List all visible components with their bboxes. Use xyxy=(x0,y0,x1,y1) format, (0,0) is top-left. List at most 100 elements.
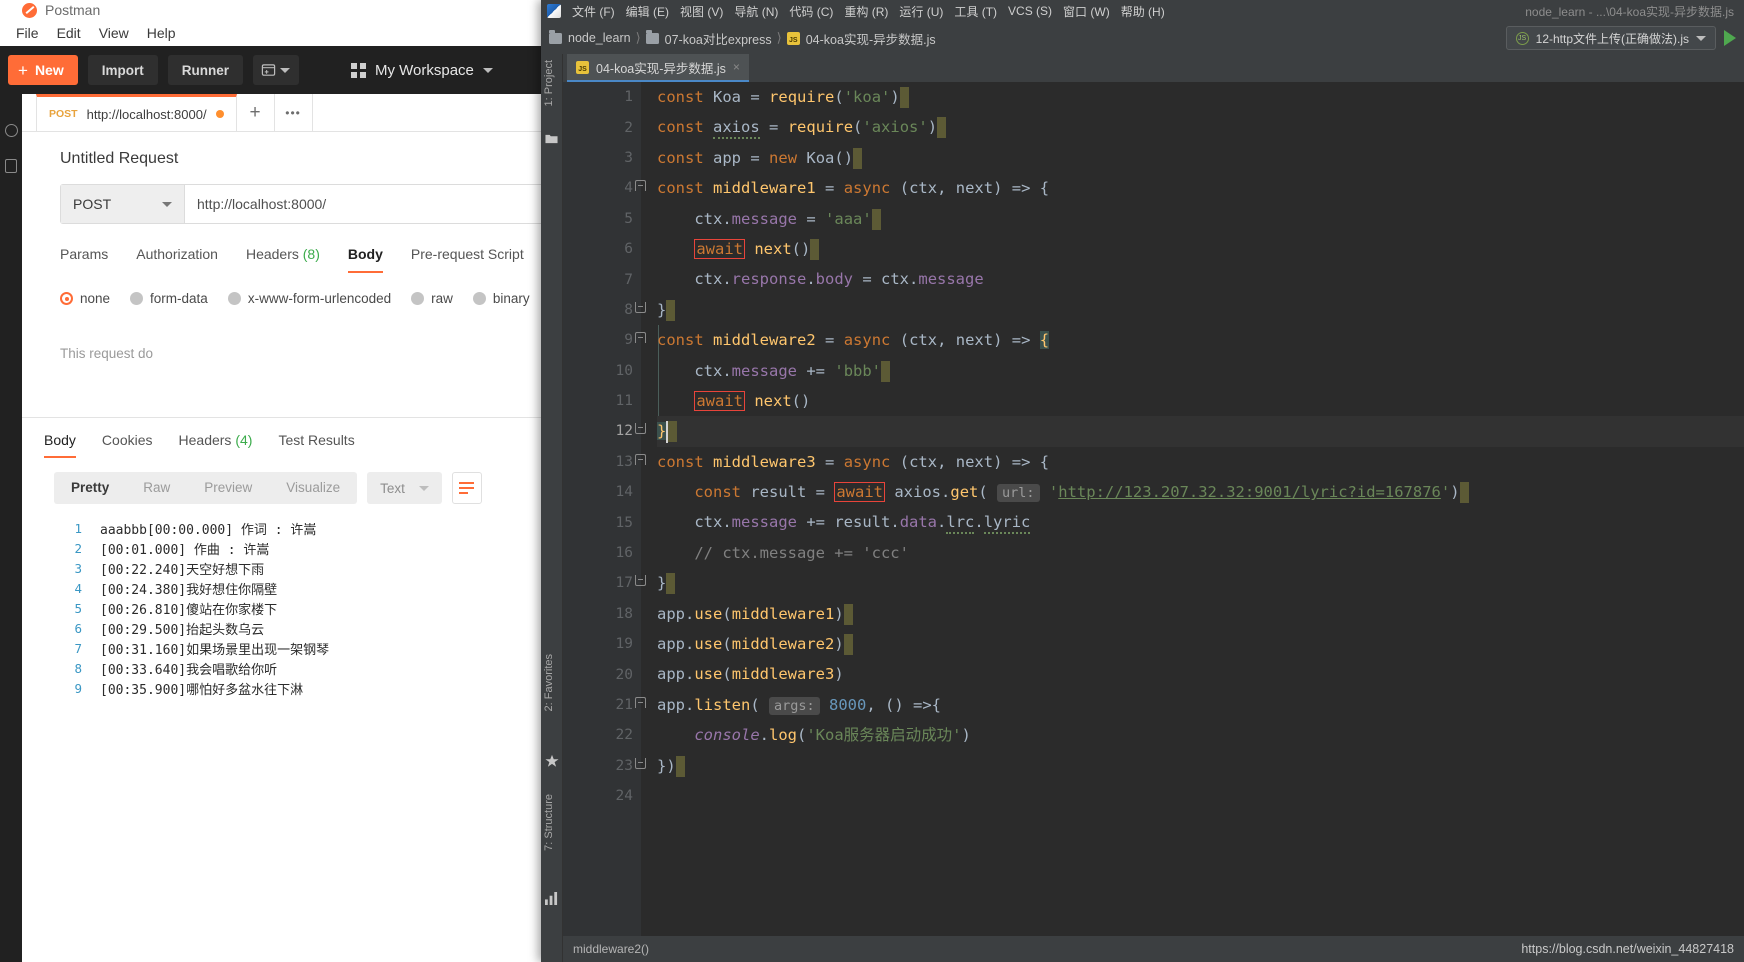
editor-gutter[interactable]: 1 2 3 4 5 6 7 8 9 10 11 12 13 14 15 16 1… xyxy=(563,82,646,936)
editor-tab-label: 04-koa实现-异步数据.js xyxy=(596,61,726,76)
menu-run[interactable]: 运行 (U) xyxy=(899,3,943,20)
line-number: 17 xyxy=(615,575,633,592)
line-number: 9 xyxy=(624,332,633,349)
body-type-raw-label: raw xyxy=(431,291,453,306)
view-mode-preview[interactable]: Preview xyxy=(187,472,269,504)
view-mode-visualize[interactable]: Visualize xyxy=(269,472,357,504)
menu-refactor[interactable]: 重构 (R) xyxy=(844,3,888,20)
menu-edit[interactable]: 编辑 (E) xyxy=(626,3,669,20)
word-wrap-icon xyxy=(459,482,475,494)
request-tab-active[interactable]: POST http://localhost:8000/ xyxy=(36,94,237,131)
chevron-down-icon xyxy=(418,485,429,491)
import-button[interactable]: Import xyxy=(87,55,158,85)
view-mode-raw[interactable]: Raw xyxy=(126,472,187,504)
line-number-current: 12 xyxy=(615,423,633,440)
line-number: 5 xyxy=(624,210,633,227)
code-url-literal[interactable]: http://123.207.32.32:9001/lyric?id=16787… xyxy=(1058,483,1441,501)
breadcrumb-file[interactable]: JS 04-koa实现-异步数据.js xyxy=(786,29,936,48)
line-number: 2 xyxy=(74,540,82,556)
menu-window[interactable]: 窗口 (W) xyxy=(1063,3,1110,20)
code-line-9: const middleware2 = async (ctx, next) =>… xyxy=(657,331,1050,350)
body-type-none[interactable]: none xyxy=(60,291,110,306)
close-icon[interactable]: × xyxy=(733,60,740,74)
http-method-select[interactable]: POST xyxy=(61,185,185,223)
word-wrap-button[interactable] xyxy=(451,472,482,504)
project-folder-icon[interactable] xyxy=(545,132,558,150)
add-tab-button[interactable]: + xyxy=(237,94,275,131)
code-line-17: } xyxy=(657,568,1744,598)
menu-view[interactable]: View xyxy=(99,25,129,41)
runner-button[interactable]: Runner xyxy=(167,55,243,85)
menu-help[interactable]: 帮助 (H) xyxy=(1121,3,1165,20)
line-text: [00:29.500]抬起头数乌云 xyxy=(100,622,265,638)
menu-file[interactable]: 文件 (F) xyxy=(572,3,615,20)
response-line: 3 [00:22.240]天空好想下雨 xyxy=(22,558,560,578)
history-icon[interactable] xyxy=(4,124,18,137)
body-type-urlencoded[interactable]: x-www-form-urlencoded xyxy=(227,291,391,306)
response-line: 7 [00:31.160]如果场景里出现一架钢琴 xyxy=(22,638,560,658)
response-line: 2 [00:01.000] 作曲 : 许嵩 xyxy=(22,538,560,558)
tab-headers-label: Headers xyxy=(245,246,299,262)
menu-edit[interactable]: Edit xyxy=(57,25,81,41)
tab-more-button[interactable]: ••• xyxy=(275,94,313,131)
line-number: 3 xyxy=(624,149,633,166)
sidebar-item-structure[interactable]: 7: Structure xyxy=(543,794,555,851)
response-body-code[interactable]: 1 aaabbb[00:00.000] 作词 : 许嵩 2 [00:01.000… xyxy=(22,518,560,698)
response-tab-headers[interactable]: Headers (4) xyxy=(179,432,253,458)
tab-pre-request-script[interactable]: Pre-request Script xyxy=(411,246,524,273)
editor-tab-active[interactable]: JS 04-koa实现-异步数据.js × xyxy=(567,54,749,82)
menu-help[interactable]: Help xyxy=(147,25,176,41)
unsaved-dot-icon xyxy=(215,110,224,118)
new-button[interactable]: + New xyxy=(8,55,78,85)
chevron-down-icon xyxy=(280,67,291,73)
request-tabstrip: POST http://localhost:8000/ + ••• xyxy=(22,94,560,132)
tab-url-label: http://localhost:8000/ xyxy=(86,106,207,122)
line-number: 4 xyxy=(624,180,633,197)
line-number: 14 xyxy=(615,484,633,501)
response-tab-body[interactable]: Body xyxy=(44,432,76,458)
favorites-star-icon[interactable] xyxy=(545,754,559,773)
tab-authorization[interactable]: Authorization xyxy=(136,246,218,273)
line-number: 4 xyxy=(74,580,82,596)
body-type-binary[interactable]: binary xyxy=(472,291,530,306)
response-tab-cookies[interactable]: Cookies xyxy=(102,432,153,458)
breadcrumb-07-koa[interactable]: 07-koa对比express xyxy=(645,29,772,48)
response-tab-test-results[interactable]: Test Results xyxy=(278,432,354,458)
code-editor[interactable]: 1 2 3 4 5 6 7 8 9 10 11 12 13 14 15 16 1… xyxy=(563,82,1744,936)
sidebar-item-project[interactable]: 1: Project xyxy=(543,60,555,106)
tab-headers[interactable]: Headers (8) xyxy=(246,246,320,273)
view-mode-pretty[interactable]: Pretty xyxy=(54,472,126,504)
play-icon[interactable] xyxy=(1724,30,1736,46)
new-window-button[interactable] xyxy=(252,55,299,85)
chevron-down-icon xyxy=(162,201,172,207)
response-format-value: Text xyxy=(380,480,405,496)
menu-navigate[interactable]: 导航 (N) xyxy=(734,3,778,20)
request-url-input[interactable]: http://localhost:8000/ xyxy=(185,185,559,223)
menu-view[interactable]: 视图 (V) xyxy=(680,3,723,20)
tab-params[interactable]: Params xyxy=(60,246,108,273)
http-method-value: POST xyxy=(73,196,112,212)
line-number: 8 xyxy=(624,301,633,318)
line-number: 1 xyxy=(624,89,633,106)
breadcrumb-node-learn[interactable]: node_learn xyxy=(549,30,631,45)
run-configuration-select[interactable]: JS 12-http文件上传(正确做法).js xyxy=(1505,26,1716,50)
code-line-5: ctx.message = 'aaa' xyxy=(657,204,1744,234)
code-text-area[interactable]: const Koa = require('koa') const axios =… xyxy=(641,82,1744,936)
collections-icon[interactable] xyxy=(5,159,17,173)
menu-code[interactable]: 代码 (C) xyxy=(789,3,833,20)
line-number: 22 xyxy=(615,727,633,744)
body-type-raw[interactable]: raw xyxy=(411,291,453,306)
folder-icon xyxy=(549,30,562,44)
menu-tools[interactable]: 工具 (T) xyxy=(954,3,997,20)
menu-vcs[interactable]: VCS (S) xyxy=(1008,4,1052,18)
code-line-20: app.use(middleware3) xyxy=(657,665,844,684)
code-line-21: app.listen( args: 8000, () =>{ xyxy=(657,695,941,715)
workspace-selector[interactable]: My Workspace xyxy=(350,62,493,79)
response-format-select[interactable]: Text xyxy=(367,472,442,504)
structure-icon[interactable] xyxy=(545,892,558,910)
body-type-form-data[interactable]: form-data xyxy=(130,291,208,306)
sidebar-item-favorites[interactable]: 2: Favorites xyxy=(543,654,555,711)
menu-file[interactable]: File xyxy=(16,25,39,41)
tab-body[interactable]: Body xyxy=(347,246,383,273)
